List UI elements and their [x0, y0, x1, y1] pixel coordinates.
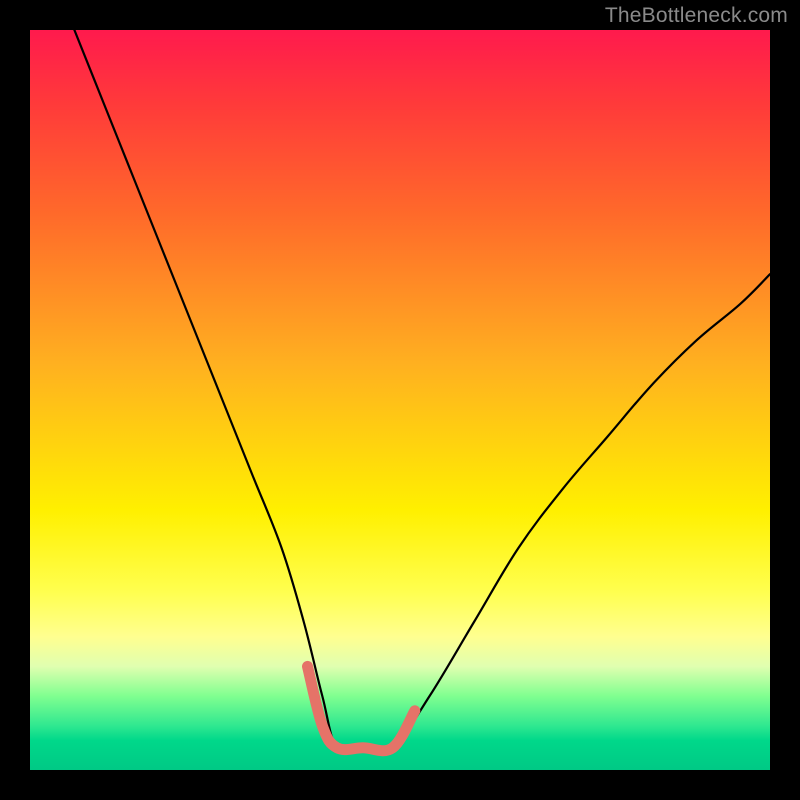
chart-frame: TheBottleneck.com [0, 0, 800, 800]
bottleneck-curve [74, 30, 770, 752]
curve-svg [30, 30, 770, 770]
bottleneck-highlight [308, 666, 415, 750]
plot-area [30, 30, 770, 770]
watermark-text: TheBottleneck.com [605, 4, 788, 28]
